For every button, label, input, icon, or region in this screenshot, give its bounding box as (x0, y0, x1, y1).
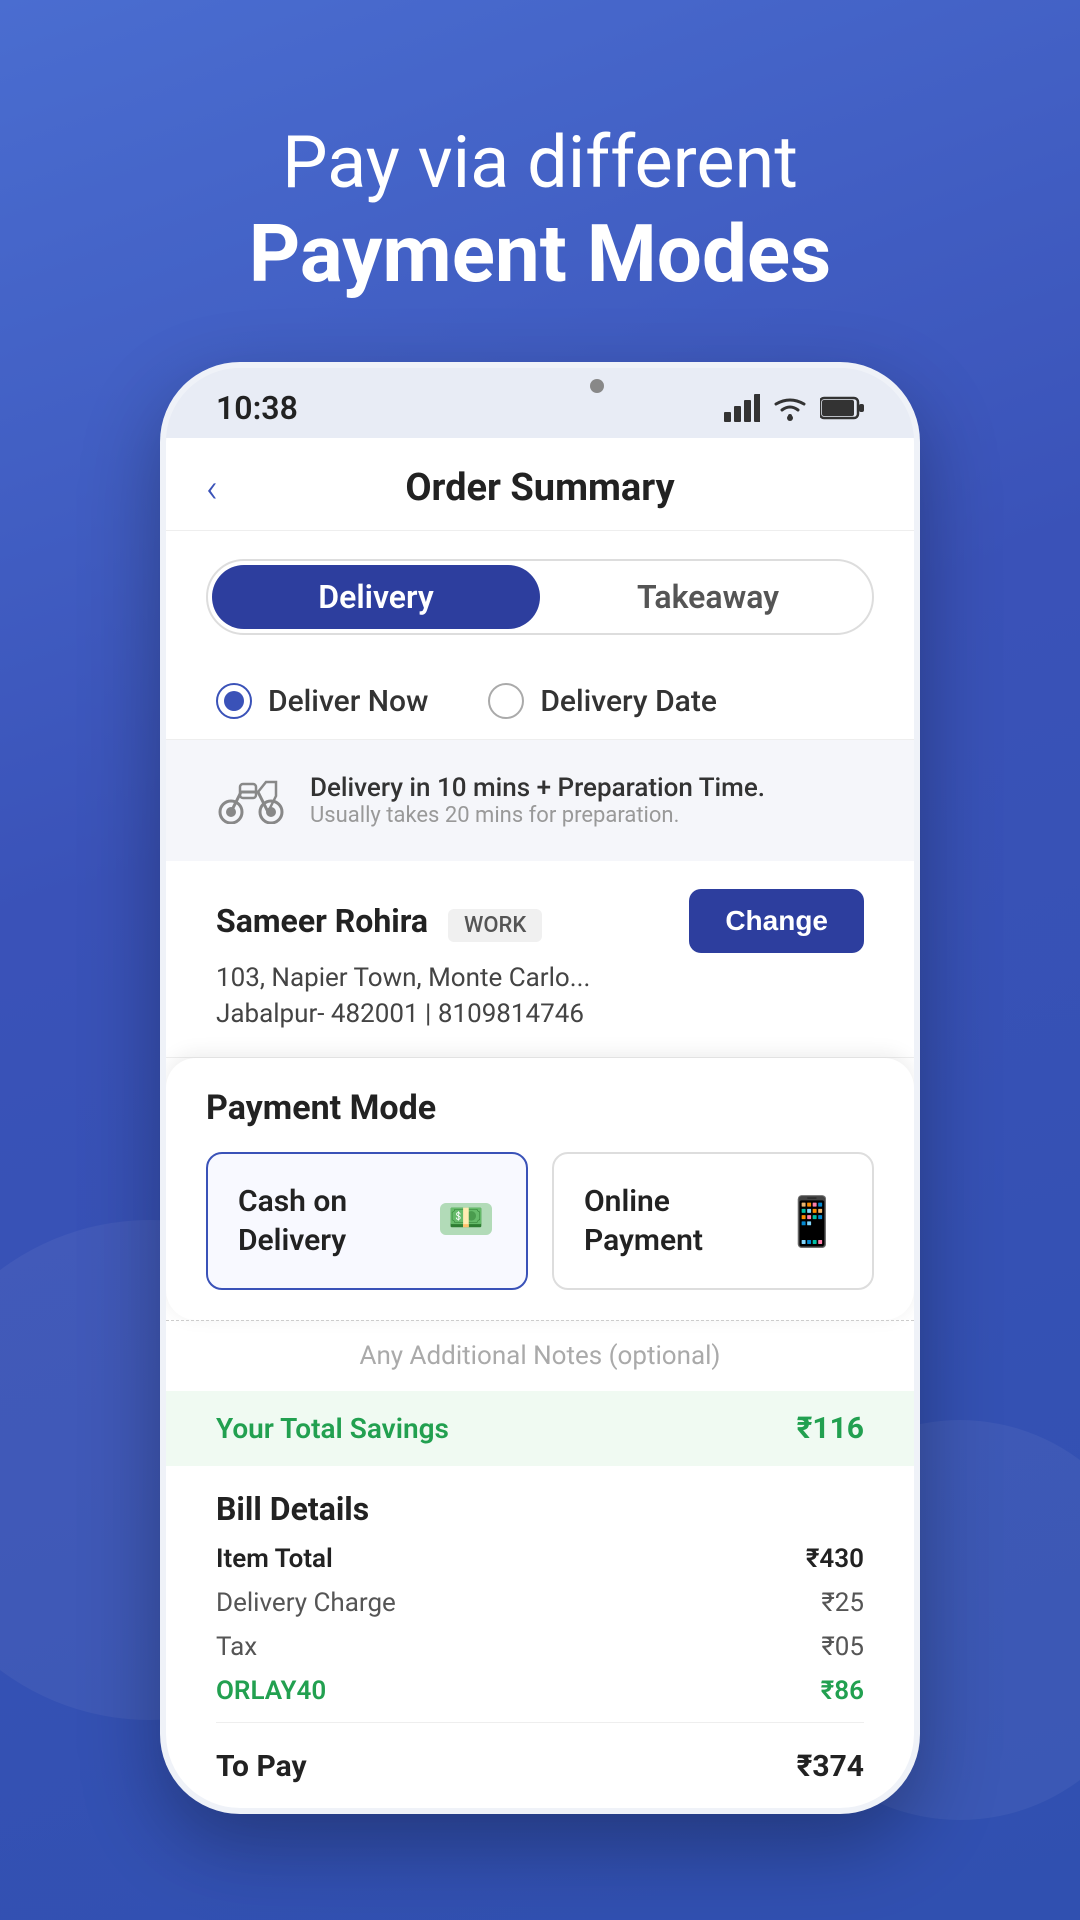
address-name: Sameer Rohira (216, 902, 428, 940)
wifi-icon (772, 394, 808, 422)
promo-label: ORLAY40 (216, 1676, 326, 1706)
delivery-info-section: Delivery in 10 mins + Preparation Time. … (166, 740, 914, 861)
nav-bar: ‹ Order Summary (166, 438, 914, 531)
payment-section: Payment Mode Cash onDelivery 💵 (166, 1058, 914, 1320)
bill-title: Bill Details (216, 1490, 864, 1528)
takeaway-toggle-btn[interactable]: Takeaway (544, 561, 872, 633)
payment-mode-title: Payment Mode (206, 1088, 874, 1128)
address-header: Sameer Rohira WORK Change (216, 889, 864, 953)
item-total-label: Item Total (216, 1544, 333, 1574)
scooter-icon (216, 764, 286, 837)
to-pay-row: To Pay ₹374 (216, 1739, 864, 1784)
savings-amount: ₹116 (797, 1411, 864, 1446)
address-line1: 103, Napier Town, Monte Carlo... (216, 963, 864, 993)
cash-icon: 💵 (436, 1185, 496, 1257)
app-screen: ‹ Order Summary Delivery Takeaway Delive… (166, 438, 914, 1808)
notes-placeholder: Any Additional Notes (optional) (216, 1341, 864, 1371)
address-line2: Jabalpur- 482001 | 8109814746 (216, 999, 864, 1029)
promo-amount: ₹86 (821, 1676, 864, 1706)
delivery-date-label: Delivery Date (540, 684, 717, 719)
header-section: Pay via different Payment Modes (0, 0, 1080, 362)
cash-on-delivery-option[interactable]: Cash onDelivery 💵 (206, 1152, 528, 1290)
deliver-now-radio[interactable] (216, 683, 252, 719)
phone-wrapper: 10:38 (0, 362, 1080, 1814)
bill-row-delivery: Delivery Charge ₹25 (216, 1588, 864, 1618)
notes-section[interactable]: Any Additional Notes (optional) (166, 1320, 914, 1391)
delivery-text: Delivery in 10 mins + Preparation Time. … (310, 773, 765, 828)
phone-notch (440, 368, 640, 404)
battery-icon (820, 396, 864, 420)
bill-row-promo: ORLAY40 ₹86 (216, 1676, 864, 1706)
bill-row-tax: Tax ₹05 (216, 1632, 864, 1662)
deliver-now-label: Deliver Now (268, 684, 428, 719)
cash-on-delivery-label: Cash onDelivery (238, 1182, 347, 1260)
delivery-time-group: Deliver Now Delivery Date (166, 663, 914, 740)
delivery-main-text: Delivery in 10 mins + Preparation Time. (310, 773, 765, 803)
deliver-now-option[interactable]: Deliver Now (216, 683, 428, 719)
online-payment-option[interactable]: OnlinePayment 📱 (552, 1152, 874, 1290)
address-name-group: Sameer Rohira WORK (216, 902, 542, 940)
page-title: Order Summary (405, 466, 674, 510)
signal-icon (724, 394, 760, 422)
savings-label: Your Total Savings (216, 1412, 449, 1445)
delivery-date-option[interactable]: Delivery Date (488, 683, 717, 719)
header-line2: Payment Modes (0, 206, 1080, 302)
item-total-amount: ₹430 (806, 1544, 864, 1574)
order-type-toggle: Delivery Takeaway (206, 559, 874, 635)
savings-banner: Your Total Savings ₹116 (166, 1391, 914, 1466)
header-line1: Pay via different (0, 120, 1080, 206)
address-section: Sameer Rohira WORK Change 103, Napier To… (166, 861, 914, 1058)
to-pay-label: To Pay (216, 1749, 307, 1784)
back-button[interactable]: ‹ (206, 465, 218, 512)
bill-row-item-total: Item Total ₹430 (216, 1544, 864, 1574)
online-payment-label: OnlinePayment (584, 1182, 703, 1260)
payment-options: Cash onDelivery 💵 OnlinePayment (206, 1152, 874, 1290)
svg-text:💵: 💵 (449, 1201, 484, 1234)
delivery-charge-amount: ₹25 (821, 1588, 864, 1618)
camera-dot (590, 379, 604, 393)
address-tag: WORK (448, 909, 542, 942)
tax-label: Tax (216, 1632, 257, 1662)
delivery-toggle-btn[interactable]: Delivery (212, 565, 540, 629)
status-icons (724, 394, 864, 422)
online-payment-icon: 📱 (782, 1193, 842, 1250)
change-address-button[interactable]: Change (689, 889, 864, 953)
delivery-sub-text: Usually takes 20 mins for preparation. (310, 803, 765, 828)
delivery-charge-label: Delivery Charge (216, 1588, 396, 1618)
phone-frame: 10:38 (160, 362, 920, 1814)
status-time: 10:38 (216, 389, 298, 427)
delivery-date-radio[interactable] (488, 683, 524, 719)
bill-divider (216, 1722, 864, 1723)
tax-amount: ₹05 (821, 1632, 864, 1662)
to-pay-amount: ₹374 (797, 1749, 864, 1784)
bill-section: Bill Details Item Total ₹430 Delivery Ch… (166, 1466, 914, 1808)
